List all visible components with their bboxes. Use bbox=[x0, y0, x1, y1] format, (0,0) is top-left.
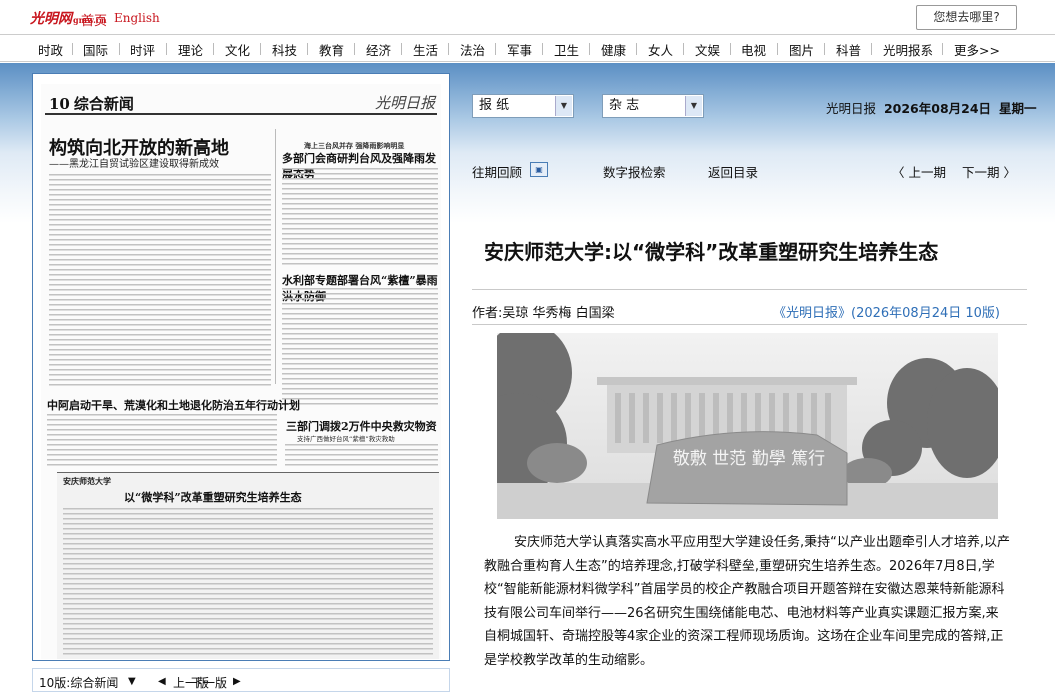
paper-article-title[interactable]: 中阿启动干旱、荒漠化和土地退化防治五年行动计划 bbox=[47, 397, 300, 413]
nav-divider bbox=[166, 43, 167, 55]
nav-item[interactable]: 科技 bbox=[272, 40, 297, 59]
byline-divider bbox=[472, 324, 1027, 325]
paper-text-block[interactable] bbox=[49, 174, 271, 388]
issue-date: 光明日报 2026年08月24日 星期一 bbox=[826, 101, 1037, 116]
past-issues-link[interactable]: 往期回顾 bbox=[472, 162, 522, 181]
nav-divider bbox=[730, 43, 731, 55]
newspaper-page[interactable]: 10 综合新闻 光明日报 构筑向北开放的新高地 ——黑龙江自贸试验区建设取得新成效… bbox=[41, 84, 441, 659]
nav-item[interactable]: 女人 bbox=[648, 40, 673, 59]
nav-item[interactable]: 时评 bbox=[130, 40, 155, 59]
nav-item[interactable]: 生活 bbox=[413, 40, 438, 59]
nav-item[interactable]: 电视 bbox=[741, 40, 766, 59]
paper-text-block[interactable] bbox=[63, 508, 433, 658]
nav-item[interactable]: 科普 bbox=[836, 40, 861, 59]
title-divider bbox=[472, 289, 1027, 290]
masthead: 光明日报 bbox=[375, 94, 436, 112]
nav-divider bbox=[942, 43, 943, 55]
article-photo: 敬敷 世范 勤學 篤行 bbox=[497, 333, 998, 519]
nav-item[interactable]: 健康 bbox=[601, 40, 626, 59]
issue-toolbar: 往期回顾 ▣ 数字报检索 返回目录 〈 上一期 下一期 〉 bbox=[472, 160, 1027, 182]
digital-search-link[interactable]: 数字报检索 bbox=[603, 162, 666, 181]
nav-item[interactable]: 图片 bbox=[789, 40, 814, 59]
header-rule bbox=[45, 113, 437, 115]
nav-divider bbox=[119, 43, 120, 55]
back-to-index-link[interactable]: 返回目录 bbox=[708, 162, 758, 181]
next-page-link[interactable]: 下一版 bbox=[191, 674, 227, 691]
nav-divider bbox=[542, 43, 543, 55]
nav-divider bbox=[448, 43, 449, 55]
nav-divider bbox=[871, 43, 872, 55]
nav-item[interactable]: 法治 bbox=[460, 40, 485, 59]
paper-select[interactable]: 报 纸 ▼ bbox=[472, 94, 574, 118]
nav-item[interactable]: 军事 bbox=[507, 40, 532, 59]
nav-item[interactable]: 时政 bbox=[38, 40, 63, 59]
chevron-down-icon: ▼ bbox=[555, 96, 572, 116]
nav-item[interactable]: 光明报系 bbox=[883, 40, 933, 59]
search-input[interactable]: 您想去哪里? bbox=[916, 5, 1017, 30]
nav-divider bbox=[589, 43, 590, 55]
prev-issue-link[interactable]: 〈 上一期 bbox=[892, 162, 946, 181]
nav-divider bbox=[683, 43, 684, 55]
paper-text-block[interactable] bbox=[285, 444, 438, 468]
top-bar: 光明网gmw.cn 首页 English 您想去哪里? bbox=[0, 0, 1055, 34]
nav-divider bbox=[260, 43, 261, 55]
paper-article-title[interactable]: 以“微学科”改革重塑研究生培养生态 bbox=[124, 489, 302, 505]
nav-divider bbox=[636, 43, 637, 55]
nav-divider bbox=[72, 43, 73, 55]
campus-gate-image: 敬敷 世范 勤學 篤行 bbox=[497, 333, 998, 519]
nav-divider bbox=[777, 43, 778, 55]
nav-item[interactable]: 文娱 bbox=[695, 40, 720, 59]
paper-article-subtitle[interactable]: ——黑龙江自贸试验区建设取得新成效 bbox=[49, 155, 219, 170]
main-nav: 时政 国际 时评 理论 文化 科技 教育 经济 生活 法治 军事 卫生 健康 女… bbox=[0, 34, 1055, 62]
article-source[interactable]: 《光明日报》(2026年08月24日 10版) bbox=[773, 302, 1000, 321]
next-page-icon[interactable]: ▶ bbox=[233, 676, 241, 687]
magazine-select[interactable]: 杂 志 ▼ bbox=[602, 94, 704, 118]
nav-item[interactable]: 经济 bbox=[366, 40, 391, 59]
nav-item[interactable]: 更多>> bbox=[954, 40, 1000, 59]
nav-item[interactable]: 卫生 bbox=[554, 40, 579, 59]
paper-text-block[interactable] bbox=[47, 414, 277, 466]
nav-divider bbox=[824, 43, 825, 55]
stone-inscription: 敬敷 世范 勤學 篤行 bbox=[673, 449, 825, 469]
next-issue-link[interactable]: 下一期 〉 bbox=[962, 162, 1016, 181]
newspaper-page-view[interactable]: 10 综合新闻 光明日报 构筑向北开放的新高地 ——黑龙江自贸试验区建设取得新成效… bbox=[32, 73, 450, 661]
nav-item[interactable]: 国际 bbox=[83, 40, 108, 59]
page-footer-nav: 10版:综合新闻 ▼ ◀ 上一版 下一版 ▶ bbox=[32, 668, 450, 692]
dropdown-arrow-icon[interactable]: ▼ bbox=[128, 676, 136, 687]
paper-article-kicker[interactable]: 安庆师范大学 bbox=[63, 476, 111, 487]
nav-item[interactable]: 文化 bbox=[225, 40, 250, 59]
article-title: 安庆师范大学:以“微学科”改革重塑研究生培养生态 bbox=[484, 240, 939, 264]
nav-divider bbox=[307, 43, 308, 55]
english-link[interactable]: English bbox=[114, 11, 160, 25]
paper-text-block[interactable] bbox=[282, 288, 438, 408]
nav-divider bbox=[354, 43, 355, 55]
current-page-select[interactable]: 10版:综合新闻 bbox=[39, 674, 118, 691]
paper-text-block[interactable] bbox=[282, 168, 438, 266]
article-body: 安庆师范大学认真落实高水平应用型大学建设任务,秉持“以产业出题牵引人才培养,以产… bbox=[484, 535, 1011, 668]
home-link[interactable]: 首页 bbox=[81, 10, 107, 29]
prev-page-icon[interactable]: ◀ bbox=[158, 676, 166, 687]
calendar-icon[interactable]: ▣ bbox=[530, 162, 548, 177]
nav-item[interactable]: 教育 bbox=[319, 40, 344, 59]
paper-article-subtitle[interactable]: 支持广西做好台风“紫檀”救灾救助 bbox=[297, 433, 395, 443]
page-number: 10 综合新闻 bbox=[49, 95, 134, 113]
paper-article-title[interactable]: 三部门调拨2万件中央救灾物资 bbox=[286, 418, 437, 434]
nav-divider bbox=[495, 43, 496, 55]
nav-divider bbox=[213, 43, 214, 55]
nav-divider bbox=[401, 43, 402, 55]
article-byline: 作者:吴琼 华秀梅 白国梁 bbox=[472, 306, 615, 321]
nav-item[interactable]: 理论 bbox=[178, 40, 203, 59]
chevron-down-icon: ▼ bbox=[685, 96, 702, 116]
column-divider bbox=[275, 129, 276, 384]
